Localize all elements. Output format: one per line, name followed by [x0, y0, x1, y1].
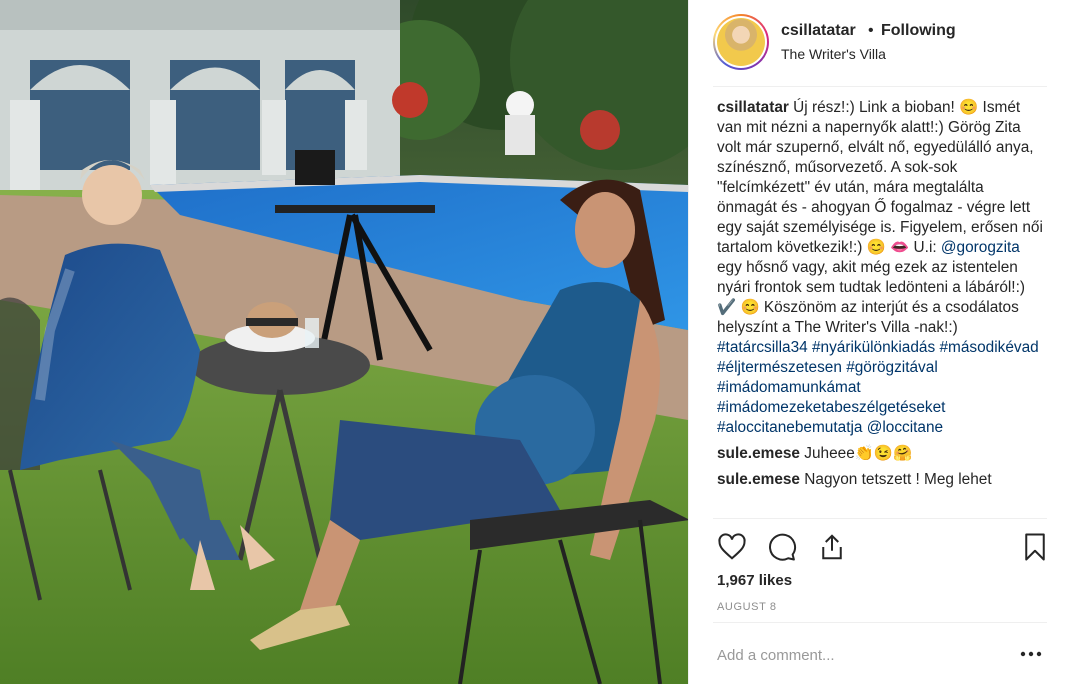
- hashtag-link[interactable]: #imádomezeketabeszélgetéseket: [717, 399, 945, 416]
- comment-icon[interactable]: [767, 532, 797, 562]
- more-options-icon[interactable]: [1019, 646, 1043, 662]
- mention-link[interactable]: @loccitane: [867, 419, 943, 436]
- hashtag-link[interactable]: #éljtermészetesen: [717, 359, 842, 376]
- action-bar: [717, 530, 1047, 564]
- actions-divider: [713, 518, 1047, 519]
- hashtag-link[interactable]: #imádomamunkámat: [717, 379, 861, 396]
- comment-username[interactable]: sule.emese: [717, 471, 800, 488]
- post-location[interactable]: The Writer's Villa: [781, 46, 886, 62]
- post-caption: csillatatar Új rész!:) Link a bioban! 😊 …: [717, 98, 1047, 438]
- caption-username[interactable]: csillatatar: [717, 99, 789, 116]
- add-comment-input[interactable]: [717, 642, 1007, 668]
- comment-item: sule.emese Nagyon tetszett ! Meg lehet: [717, 470, 1047, 490]
- comment-text: Juheee👏😉🤗: [804, 445, 913, 462]
- profile-avatar[interactable]: [713, 14, 769, 70]
- post-date[interactable]: AUGUST 8: [717, 601, 777, 613]
- comment-text: Nagyon tetszett ! Meg lehet: [804, 471, 992, 488]
- footer-divider: [713, 622, 1047, 623]
- comment-username[interactable]: sule.emese: [717, 445, 800, 462]
- caption-body-1: Új rész!:) Link a bioban! 😊 Ismét van mi…: [717, 99, 1043, 256]
- hashtag-link[interactable]: #aloccitanebemutatja: [717, 419, 862, 436]
- comment-item: sule.emese Juheee👏😉🤗: [717, 444, 1047, 464]
- header-divider: [713, 86, 1047, 87]
- hashtag-link[interactable]: #görögzitával: [846, 359, 938, 376]
- comments-section: csillatatar Új rész!:) Link a bioban! 😊 …: [717, 98, 1047, 516]
- mention-link[interactable]: @gorogzita: [941, 239, 1020, 256]
- post-photo-image: [0, 0, 688, 684]
- likes-count[interactable]: 1,967 likes: [717, 572, 792, 589]
- bookmark-icon[interactable]: [1020, 532, 1050, 562]
- caption-body-2: egy hősnő vagy, akit még ezek az istente…: [717, 259, 1025, 336]
- header-separator: •: [868, 22, 874, 39]
- avatar-border: [715, 16, 767, 68]
- following-button[interactable]: Following: [881, 22, 956, 40]
- share-icon[interactable]: [817, 532, 847, 562]
- hashtag-link[interactable]: #másodikévad: [939, 339, 1038, 356]
- avatar-image: [717, 18, 765, 66]
- hashtag-link[interactable]: #tatárcsilla34: [717, 339, 808, 356]
- post-header: csillatatar • Following The Writer's Vil…: [689, 0, 1068, 86]
- author-username[interactable]: csillatatar: [781, 22, 856, 40]
- hashtag-link[interactable]: #nyárikülönkiadás: [812, 339, 935, 356]
- post-photo[interactable]: [0, 0, 688, 684]
- caption-text: csillatatar Új rész!:) Link a bioban! 😊 …: [717, 98, 1047, 438]
- heart-icon[interactable]: [717, 532, 747, 562]
- post-sidebar: csillatatar • Following The Writer's Vil…: [688, 0, 1068, 684]
